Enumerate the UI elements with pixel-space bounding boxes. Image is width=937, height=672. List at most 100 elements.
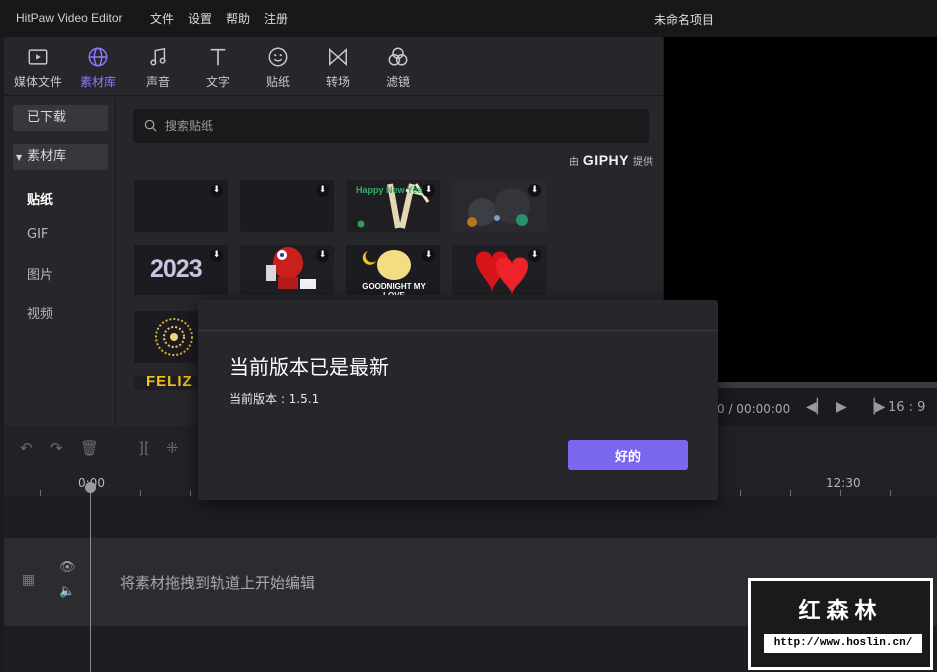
play-icon[interactable]: ▶ [836, 399, 847, 415]
library-group-label: 素材库 [27, 149, 67, 164]
project-name: 未命名项目 [654, 13, 715, 27]
menu-bar: 文件 设置 帮助 注册 [150, 10, 288, 27]
watermark-url: http://www.hoslin.cn/ [764, 634, 922, 653]
download-icon[interactable]: ⬇ [210, 249, 223, 262]
sticker-text-happy-new-year: Happy New Year! [356, 185, 429, 195]
ruler-tick [890, 490, 891, 496]
sidebar-item-gif[interactable]: GIF [27, 227, 48, 242]
search-box[interactable] [133, 109, 649, 143]
tab-filter-label: 滤镜 [385, 75, 410, 89]
sticker-text-goodnight: GOODNIGHT MY LOVE [362, 282, 426, 295]
download-icon[interactable]: ⬇ [528, 184, 541, 197]
tab-filter[interactable]: 滤镜 [368, 46, 428, 90]
tab-media-label: 媒体文件 [13, 75, 62, 89]
ruler-tick [140, 490, 141, 496]
ruler-tick [40, 490, 41, 496]
download-icon[interactable]: ⬇ [316, 184, 329, 197]
library-sidebar: 已下载 ▼ 素材库 贴纸 GIF 图片 视频 [4, 97, 116, 426]
tab-sticker-label: 贴纸 [265, 75, 290, 89]
asset-toolbar: 媒体文件 素材库 声音 文字 贴纸 转场 滤镜 [4, 37, 663, 96]
next-frame-icon[interactable]: ▕▶ [864, 399, 886, 415]
video-track-header: ▦ 👁 🔈 [4, 538, 88, 626]
sticker-tile-happy-new-year[interactable]: Happy New Year! ⬇ [346, 180, 440, 232]
speaker-icon[interactable]: 🔈 [59, 584, 75, 599]
eye-icon[interactable]: 👁 [59, 560, 76, 575]
watermark-logo: 红森林 http://www.hoslin.cn/ [748, 578, 933, 670]
music-note-icon [128, 46, 188, 70]
search-input[interactable] [165, 116, 625, 136]
giphy-suffix: 提供 [633, 156, 653, 168]
undo-icon[interactable]: ↶ [20, 439, 33, 457]
aspect-ratio[interactable]: 16 : 9 [888, 400, 925, 415]
tab-audio[interactable]: 声音 [128, 46, 188, 90]
sticker-tile-goodnight[interactable]: GOODNIGHT MY LOVE ⬇ [346, 245, 440, 295]
menu-settings[interactable]: 设置 [188, 10, 212, 27]
crop-icon[interactable]: ⁜ [166, 439, 179, 457]
redo-icon[interactable]: ↷ [50, 439, 63, 457]
delete-icon[interactable]: 🗑 [80, 439, 99, 457]
sticker-tile-fireworks[interactable]: ⬇ [452, 180, 546, 232]
tab-audio-label: 声音 [145, 75, 170, 89]
tab-text[interactable]: 文字 [188, 46, 248, 90]
title-bar: HitPaw Video Editor 文件 设置 帮助 注册 未命名项目 [0, 0, 937, 37]
giphy-credit: 由 GIPHY 提供 [569, 152, 653, 168]
tab-media[interactable]: 媒体文件 [8, 46, 68, 90]
dialog-title: 当前版本已是最新 [229, 355, 389, 379]
prev-frame-icon[interactable]: ◀▏ [806, 399, 828, 415]
download-icon[interactable]: ⬇ [528, 249, 541, 262]
sticker-tile-2023[interactable]: 2023 ⬇ [134, 245, 228, 295]
sticker-tile-red-character[interactable]: ⬇ [240, 245, 334, 295]
sticker-tile-blank-1[interactable]: ⬇ [134, 180, 228, 232]
split-icon[interactable]: ][ [138, 439, 150, 457]
giphy-prefix: 由 [568, 156, 579, 168]
download-icon[interactable]: ⬇ [210, 184, 223, 197]
tab-sticker[interactable]: 贴纸 [248, 46, 308, 90]
watermark-title: 红森林 [798, 599, 883, 624]
sticker-tile-blank-2[interactable]: ⬇ [240, 180, 334, 232]
tab-text-label: 文字 [205, 75, 230, 89]
update-dialog: 当前版本已是最新 当前版本 : 1.5.1 好的 [198, 300, 718, 500]
menu-file[interactable]: 文件 [150, 10, 174, 27]
sticker-tile-hearts[interactable]: ⬇ [452, 245, 546, 295]
playhead-handle[interactable] [85, 482, 96, 493]
film-icon: ▦ [22, 572, 36, 588]
downloaded-button[interactable]: 已下载 [13, 105, 108, 131]
transition-icon [308, 46, 368, 70]
sticker-text-feliz: FELIZ [146, 376, 193, 390]
sticker-icon [248, 46, 308, 70]
download-icon[interactable]: ⬇ [422, 184, 435, 197]
hitpaw-app: HitPaw Video Editor 文件 设置 帮助 注册 未命名项目 媒体… [0, 0, 937, 672]
menu-register[interactable]: 注册 [264, 10, 288, 27]
search-icon [144, 119, 157, 132]
drop-hint: 将素材拖拽到轨道上开始编辑 [120, 574, 316, 592]
sidebar-item-image[interactable]: 图片 [27, 264, 53, 283]
ruler-tick [740, 490, 741, 496]
text-icon [188, 46, 248, 70]
tab-library[interactable]: 素材库 [68, 46, 128, 90]
dialog-divider [198, 330, 718, 331]
ok-button[interactable]: 好的 [568, 440, 688, 470]
ruler-tick [790, 490, 791, 496]
dialog-version: 当前版本 : 1.5.1 [229, 392, 320, 406]
ruler-tick [840, 490, 841, 496]
track-empty-top [4, 498, 937, 538]
time-label-end: 12:30 [826, 476, 861, 490]
giphy-logo: GIPHY [582, 152, 629, 168]
download-icon[interactable]: ⬇ [422, 249, 435, 262]
tab-transition-label: 转场 [325, 75, 350, 89]
tab-library-label: 素材库 [79, 75, 116, 89]
tab-transition[interactable]: 转场 [308, 46, 368, 90]
library-group[interactable]: ▼ 素材库 [13, 144, 108, 170]
app-name: HitPaw Video Editor [16, 11, 123, 25]
ruler-tick [190, 490, 191, 496]
sticker-text-2023: 2023 [150, 255, 203, 283]
sidebar-item-sticker[interactable]: 贴纸 [27, 189, 53, 208]
caret-down-icon: ▼ [16, 153, 23, 162]
menu-help[interactable]: 帮助 [226, 10, 250, 27]
sidebar-item-video[interactable]: 视频 [27, 303, 53, 322]
globe-icon [68, 46, 128, 70]
download-icon[interactable]: ⬇ [316, 249, 329, 262]
media-icon [8, 46, 68, 70]
playhead-line[interactable] [90, 486, 91, 672]
preview-time: 0 / 00:00:00 [717, 402, 791, 416]
